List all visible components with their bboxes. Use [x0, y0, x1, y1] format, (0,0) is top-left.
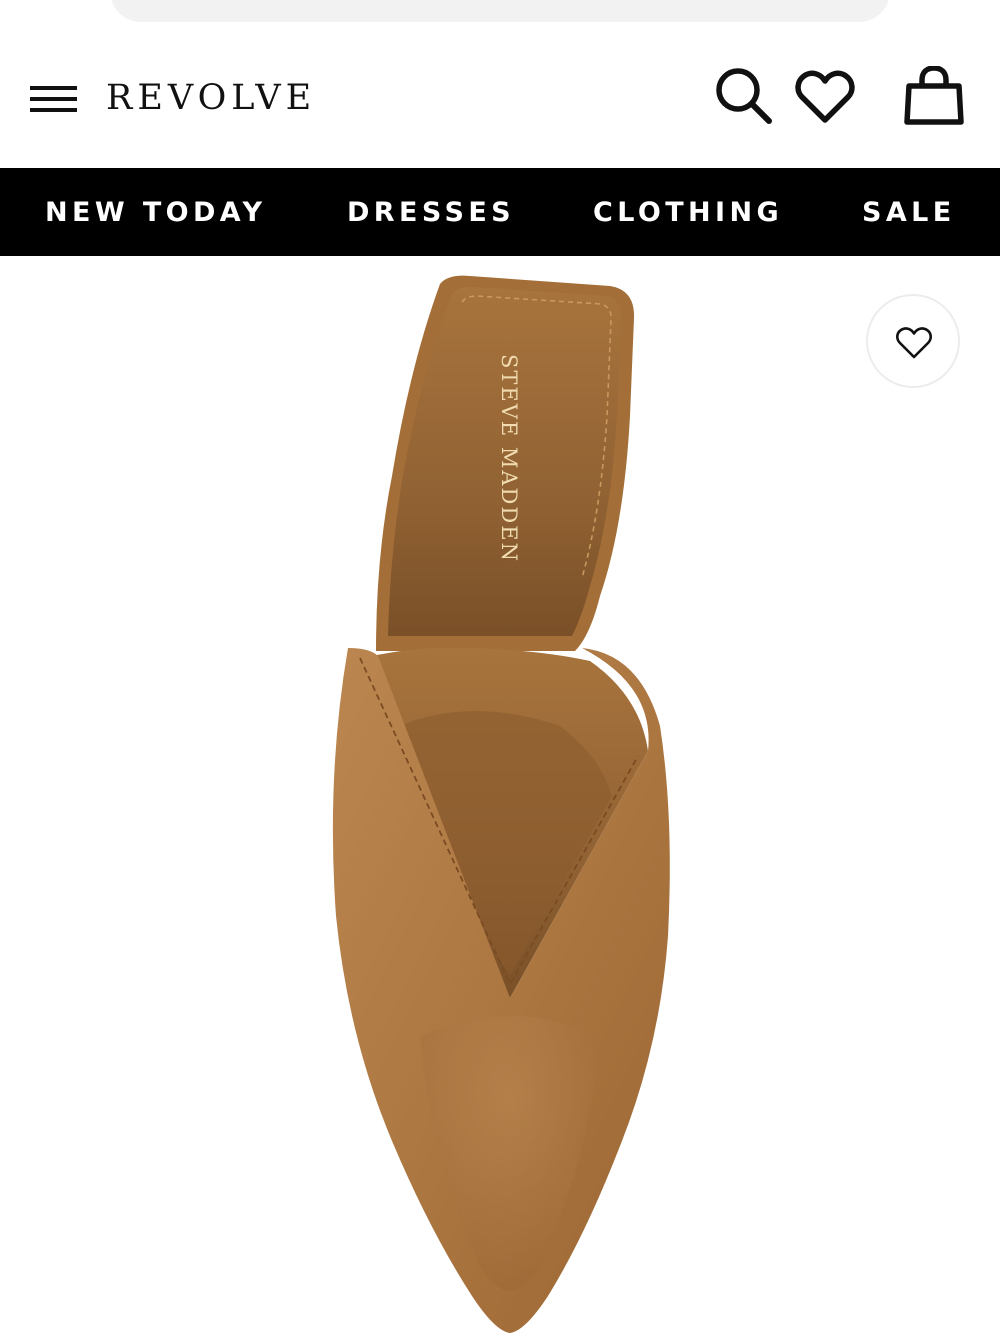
shopping-bag-icon[interactable] [903, 65, 965, 126]
site-header: REVOLVE [0, 40, 1000, 167]
heart-outline-icon [896, 327, 932, 359]
insole-brand-text: STEVE MADDEN [497, 354, 521, 563]
hamburger-menu-icon[interactable] [30, 84, 78, 114]
nav-item-sale[interactable]: SALE [862, 168, 956, 256]
nav-item-new-today[interactable]: NEW TODAY [45, 168, 266, 256]
category-nav: NEW TODAY DRESSES CLOTHING SALE [0, 168, 1000, 256]
heart-icon[interactable] [795, 70, 855, 124]
browser-address-bar[interactable] [110, 0, 890, 22]
revolve-logo[interactable]: REVOLVE [106, 78, 316, 118]
nav-item-dresses[interactable]: DRESSES [347, 168, 515, 256]
product-wishlist-button[interactable] [866, 294, 960, 388]
product-image-gallery[interactable]: STEVE MADDEN [0, 256, 1000, 1333]
product-image: STEVE MADDEN [332, 275, 670, 1333]
search-icon[interactable] [714, 66, 774, 126]
nav-item-clothing[interactable]: CLOTHING [593, 168, 783, 256]
